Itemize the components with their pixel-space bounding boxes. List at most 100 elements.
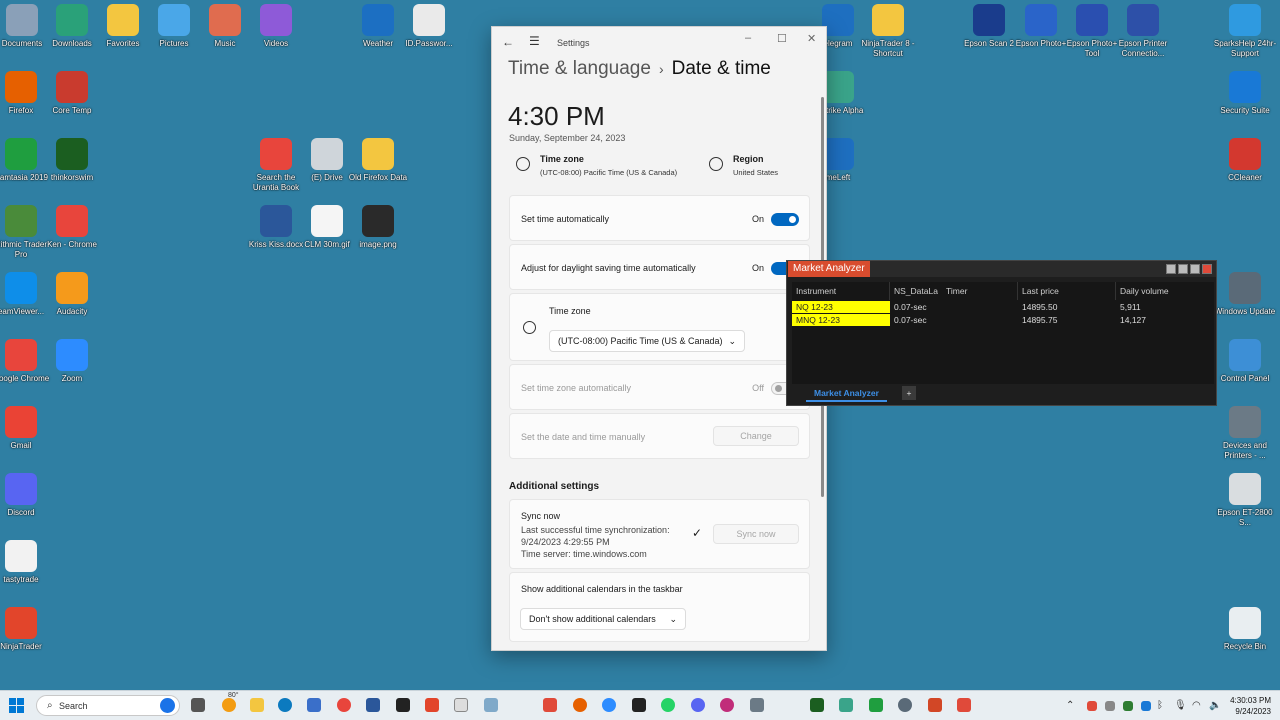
taskbar-clock[interactable]: 4:30:03 PM 9/24/2023 bbox=[1230, 695, 1271, 717]
calculator-icon[interactable] bbox=[750, 698, 764, 712]
firefox-icon[interactable] bbox=[573, 698, 587, 712]
column-instrument[interactable]: Instrument bbox=[792, 282, 890, 300]
add-tab-button[interactable]: + bbox=[902, 386, 916, 400]
volume-icon[interactable]: 🔈 bbox=[1209, 700, 1221, 711]
word-icon bbox=[260, 205, 292, 237]
support-icon bbox=[1229, 4, 1261, 36]
maximize-icon[interactable] bbox=[1190, 264, 1200, 274]
row-instrument[interactable]: MNQ 12-23 bbox=[792, 314, 890, 326]
whatsapp-icon[interactable] bbox=[661, 698, 675, 712]
notepad-icon[interactable] bbox=[454, 698, 468, 712]
desktop-icon[interactable]: Epson Printer Connectio... bbox=[1111, 4, 1175, 59]
app-icon[interactable] bbox=[543, 698, 557, 712]
tray-app-icon[interactable] bbox=[1105, 701, 1115, 711]
calendars-dropdown[interactable]: Don't show additional calendars ⌄ bbox=[520, 608, 686, 630]
chrome-icon[interactable] bbox=[337, 698, 351, 712]
desktop-icon[interactable]: Gmail bbox=[0, 406, 53, 451]
chrome-icon bbox=[260, 138, 292, 170]
desktop-icon[interactable]: Core Temp bbox=[40, 71, 104, 116]
column-last-price[interactable]: Last price bbox=[1018, 282, 1116, 300]
column-daily-volume[interactable]: Daily volume bbox=[1116, 282, 1214, 300]
gear-icon[interactable] bbox=[898, 698, 912, 712]
weather-icon[interactable] bbox=[222, 698, 236, 712]
start-button[interactable] bbox=[9, 698, 25, 714]
market-analyzer-titlebar: Market Analyzer bbox=[787, 261, 1216, 277]
desktop-icon[interactable]: Ken - Chrome bbox=[40, 205, 104, 250]
window-option-icon[interactable] bbox=[1166, 264, 1176, 274]
calendars-label: Show additional calendars in the taskbar bbox=[521, 584, 683, 594]
app-icon[interactable] bbox=[720, 698, 734, 712]
ninjatrader-icon[interactable] bbox=[425, 698, 439, 712]
tray-app-icon[interactable] bbox=[1123, 701, 1133, 711]
desktop-icon[interactable]: tastytrade bbox=[0, 540, 53, 585]
word-icon[interactable] bbox=[366, 698, 380, 712]
column-timer[interactable]: Timer bbox=[934, 282, 1018, 300]
discord-icon[interactable] bbox=[691, 698, 705, 712]
sync-now-button[interactable]: Sync now bbox=[713, 524, 799, 544]
desktop-icon[interactable]: Old Firefox Data bbox=[346, 138, 410, 183]
chevron-up-icon[interactable]: ⌃ bbox=[1066, 700, 1074, 711]
row-instrument[interactable]: NQ 12-23 bbox=[792, 301, 890, 313]
settings-window: ← ☰ Settings – ☐ ✕ Time & language › Date … bbox=[491, 26, 827, 651]
audacity-icon bbox=[56, 272, 88, 304]
hamburger-menu-icon[interactable]: ☰ bbox=[529, 34, 540, 48]
market-analyzer-grid: Instrument NS_DataLa Timer Last price Da… bbox=[792, 282, 1214, 384]
file-explorer-icon[interactable] bbox=[250, 698, 264, 712]
desktop-icon[interactable]: Discord bbox=[0, 473, 53, 518]
globe-icon bbox=[709, 157, 723, 171]
desktop-icon[interactable]: Devices and Printers - ... bbox=[1213, 406, 1277, 461]
taskbar-search[interactable]: ⌕ Search bbox=[36, 695, 180, 716]
close-icon[interactable] bbox=[1202, 264, 1212, 274]
desktop-icon[interactable]: Security Suite bbox=[1213, 71, 1277, 116]
desktop-icon[interactable]: NinjaTrader 8 - Shortcut bbox=[856, 4, 920, 59]
desktop-icon[interactable]: NinjaTrader bbox=[0, 607, 53, 652]
desktop-icon[interactable]: Epson ET-2800 S... bbox=[1213, 473, 1277, 528]
camtasia-icon bbox=[5, 138, 37, 170]
additional-settings-heading: Additional settings bbox=[509, 481, 599, 492]
desktop-icon[interactable]: Audacity bbox=[40, 272, 104, 317]
breadcrumb-parent[interactable]: Time & language bbox=[508, 58, 651, 79]
zoom-icon[interactable] bbox=[602, 698, 616, 712]
maximize-icon[interactable]: ☐ bbox=[777, 32, 787, 45]
desktop-icon[interactable]: thinkorswim bbox=[40, 138, 104, 183]
edge-icon[interactable] bbox=[278, 698, 292, 712]
tray-app-icon[interactable] bbox=[1141, 701, 1151, 711]
store-icon[interactable] bbox=[307, 698, 321, 712]
row-timer: 0.07-sec bbox=[894, 302, 927, 312]
bluetooth-icon[interactable]: ᛒ bbox=[1157, 700, 1163, 711]
powerpoint-icon[interactable] bbox=[928, 698, 942, 712]
minimize-icon[interactable]: – bbox=[745, 32, 751, 44]
desktop-icon[interactable]: image.png bbox=[346, 205, 410, 250]
tz-auto-card: Set time zone automatically Off bbox=[509, 364, 810, 410]
microphone-icon[interactable]: 🎙 bbox=[1174, 700, 1187, 711]
desktop-icon[interactable]: Videos bbox=[244, 4, 308, 49]
minimize-icon[interactable] bbox=[1178, 264, 1188, 274]
close-icon[interactable]: ✕ bbox=[807, 32, 816, 45]
task-view-icon[interactable] bbox=[191, 698, 205, 712]
desktop-icon[interactable]: ID.Passwor... bbox=[397, 4, 461, 49]
time-zone-dropdown[interactable]: (UTC-08:00) Pacific Time (US & Canada) ⌄ bbox=[549, 330, 745, 352]
desktop-icon-label: Windows Update bbox=[1214, 307, 1276, 316]
wifi-icon[interactable]: ◠ bbox=[1192, 700, 1201, 711]
desktop-icon-label: SparksHelp 24hr-Support bbox=[1213, 39, 1277, 58]
image-icon bbox=[311, 205, 343, 237]
desktop-icon[interactable]: Zoom bbox=[40, 339, 104, 384]
desktop-icon[interactable]: SparksHelp 24hr-Support bbox=[1213, 4, 1277, 59]
desktop-icon[interactable]: CCleaner bbox=[1213, 138, 1277, 183]
column-ns-datala[interactable]: NS_DataLa bbox=[890, 282, 938, 300]
tastytrade-icon[interactable] bbox=[396, 698, 410, 712]
camtasia-icon[interactable] bbox=[869, 698, 883, 712]
thinkorswim-icon[interactable] bbox=[810, 698, 824, 712]
back-arrow-icon[interactable]: ← bbox=[502, 35, 514, 49]
tray-app-icon[interactable] bbox=[1087, 701, 1097, 711]
app-icon[interactable] bbox=[957, 698, 971, 712]
desktop-icon[interactable]: Recycle Bin bbox=[1213, 607, 1277, 652]
set-time-auto-toggle[interactable] bbox=[771, 213, 799, 226]
image-viewer-icon[interactable] bbox=[484, 698, 498, 712]
app-icon[interactable] bbox=[839, 698, 853, 712]
tab-market-analyzer[interactable]: Market Analyzer bbox=[806, 384, 887, 402]
desktop-icon[interactable]: Control Panel bbox=[1213, 339, 1277, 384]
change-button[interactable]: Change bbox=[713, 426, 799, 446]
terminal-icon[interactable] bbox=[632, 698, 646, 712]
desktop-icon[interactable]: Windows Update bbox=[1213, 272, 1277, 317]
